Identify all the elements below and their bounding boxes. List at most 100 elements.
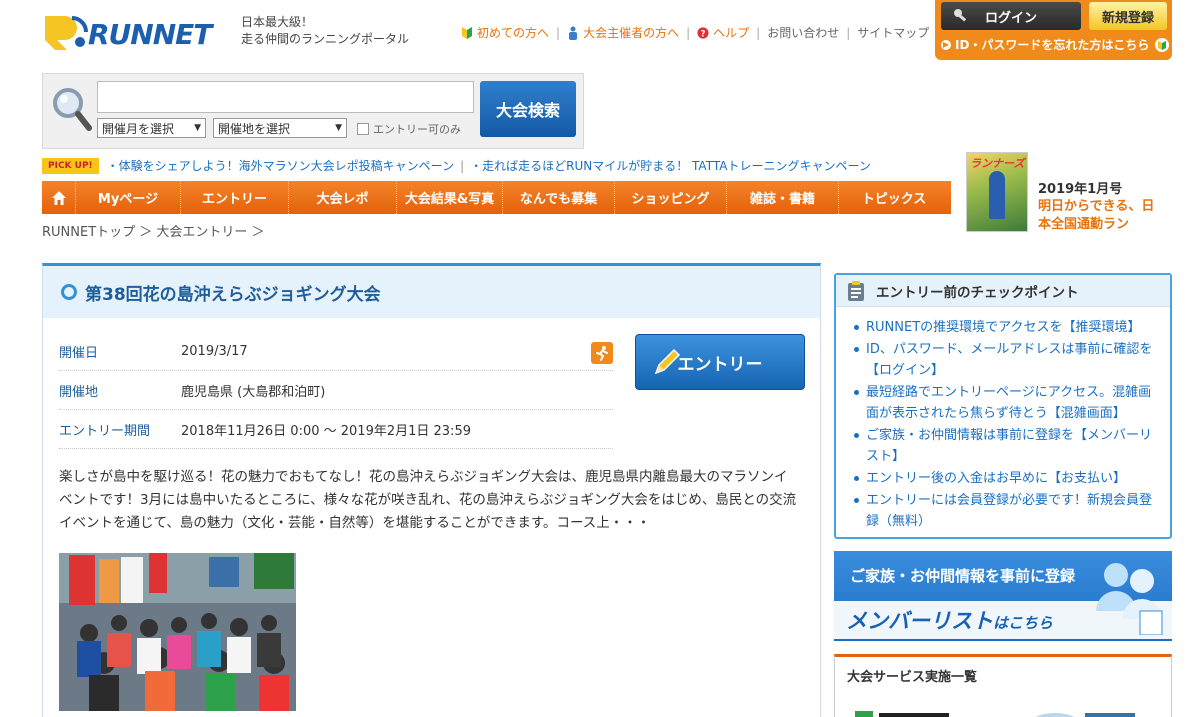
search-button[interactable]: 大会検索 <box>480 81 576 137</box>
forgot-label: ID・パスワードを忘れた方はこちら <box>955 38 1150 52</box>
banner-line2: メンバーリストはこちら <box>846 605 1053 635</box>
event-date-value: 2019/3/17 <box>181 344 248 359</box>
pickup-bar: PICK UP! ・体験をシェアしよう！海外マラソン大会レポ投稿キャンペーン |… <box>42 157 871 174</box>
checkpoint-item[interactable]: ID、パスワード、メールアドレスは事前に確認を【ログイン】 <box>854 339 1160 381</box>
people-icon <box>1096 563 1163 635</box>
pickup-link-1[interactable]: ・体験をシェアしよう！海外マラソン大会レポ投稿キャンペーン <box>107 157 454 174</box>
clipboard-icon <box>848 280 864 301</box>
beginner-mark-icon <box>1155 37 1170 52</box>
magazine-date: 2019年1月号 <box>1038 182 1123 197</box>
entry-period-value: 2018年11月26日 0:00 〜 2019年2月1日 23:59 <box>181 424 471 439</box>
event-date-label: 開催日 <box>59 346 99 361</box>
event-panel: 第38回花の島沖えらぶジョギング大会 開催日 2019/3/17 開催地 鹿児島… <box>42 263 821 717</box>
pickup-link-2[interactable]: ・走れば走るほどRUNマイルが貯まる！ TATTAトレーニングキャンペーン <box>470 157 871 174</box>
checkpoint-title: エントリー前のチェックポイント <box>876 284 1079 301</box>
month-select-value: 開催月を選択 <box>102 121 175 136</box>
banner-line2-suffix: はこちら <box>993 614 1054 632</box>
area-select-value: 開催地を選択 <box>218 121 291 136</box>
entry-period-row: エントリー期間 2018年11月26日 0:00 〜 2019年2月1日 23:… <box>59 411 613 449</box>
pencil-icon <box>654 348 681 375</box>
nav-entry[interactable]: エントリー <box>181 181 289 214</box>
key-icon <box>954 9 967 22</box>
divider: | <box>846 25 851 40</box>
event-header: 第38回花の島沖えらぶジョギング大会 <box>43 266 820 318</box>
svg-text:?: ? <box>701 29 706 39</box>
divider: | <box>756 25 761 40</box>
home-icon <box>51 190 66 205</box>
entry-only-checkbox[interactable]: エントリー可のみ <box>357 121 461 137</box>
checkpoint-item[interactable]: RUNNETの推奨環境でアクセスを【推奨環境】 <box>854 317 1160 338</box>
dropdown-arrow-icon: ▼ <box>194 123 201 133</box>
entry-period-label: エントリー期間 <box>59 424 151 439</box>
dropdown-arrow-icon: ▼ <box>335 123 342 133</box>
runner-figure <box>989 171 1005 219</box>
magazine-cover-title: ランナーズ <box>970 157 1025 170</box>
login-button[interactable]: ログイン <box>941 2 1081 30</box>
contact-link[interactable]: お問い合わせ <box>767 24 839 41</box>
checkpoint-item[interactable]: エントリーには会員登録が必要です！新規会員登録（無料） <box>854 490 1160 532</box>
runner-icon <box>591 342 613 364</box>
checkpoint-panel: エントリー前のチェックポイント RUNNETの推奨環境でアクセスを【推奨環境】 … <box>834 273 1172 539</box>
divider: | <box>686 25 691 40</box>
event-place-value: 鹿児島県 (大島郡和泊町) <box>181 385 326 400</box>
nav-shopping[interactable]: ショッピング <box>615 181 727 214</box>
magazine-title[interactable]: 明日からできる、日本全国通勤ラン <box>1038 198 1166 234</box>
beginners-link[interactable]: 初めての方へ <box>461 24 549 41</box>
search-box: 開催月を選択 ▼ 開催地を選択 ▼ エントリー可のみ 大会検索 <box>42 73 584 149</box>
checkpoint-item[interactable]: 最短経路でエントリーページにアクセス。混雑画面が表示されたら焦らず待とう【混雑画… <box>854 382 1160 424</box>
tagline: 日本最大級！ 走る仲間のランニングポータル <box>241 14 409 48</box>
entry-button-label: エントリー <box>677 354 763 375</box>
runnet-logo[interactable]: RUNNET <box>42 12 232 52</box>
tagline-line2: 走る仲間のランニングポータル <box>241 32 410 46</box>
ring-icon <box>61 284 77 300</box>
search-icon <box>53 88 92 131</box>
checkpoint-item[interactable]: ご家族・お仲間情報は事前に登録を【メンバーリスト】 <box>854 425 1160 467</box>
nav-results-photos[interactable]: 大会結果&写真 <box>397 181 503 214</box>
organizers-label: 大会主催者の方へ <box>583 26 680 40</box>
sitemap-link[interactable]: サイトマップ <box>857 24 929 41</box>
divider: | <box>556 25 561 40</box>
checkpoint-item[interactable]: エントリー後の入金はお早めに【お支払い】 <box>854 468 1160 489</box>
forgot-link[interactable]: ▶ ID・パスワードを忘れた方はこちら <box>941 36 1170 53</box>
login-label: ログイン <box>984 10 1037 26</box>
help-link[interactable]: ? ヘルプ <box>697 24 749 41</box>
nav-recruitment[interactable]: なんでも募集 <box>503 181 615 214</box>
area-select[interactable]: 開催地を選択 ▼ <box>213 118 347 138</box>
divider: | <box>460 158 465 173</box>
organizers-link[interactable]: 大会主催者の方へ <box>567 24 679 41</box>
entry-only-label: エントリー可のみ <box>373 123 461 136</box>
member-list-banner[interactable]: ご家族・お仲間情報を事前に登録 メンバーリストはこちら <box>834 551 1172 641</box>
tagline-line1: 日本最大級！ <box>241 15 314 29</box>
person-icon <box>569 26 578 40</box>
nav-race-report[interactable]: 大会レポ <box>289 181 397 214</box>
event-date-row: 開催日 2019/3/17 <box>59 333 613 371</box>
pickup-badge: PICK UP! <box>42 157 99 174</box>
magazine-promo[interactable]: ランナーズ 2019年1月号 明日からできる、日本全国通勤ラン <box>952 150 1172 248</box>
breadcrumb[interactable]: RUNNETトップ ＞ 大会エントリー ＞ <box>42 221 265 240</box>
nav-topics[interactable]: トピックス <box>839 181 949 214</box>
home-button[interactable] <box>42 181 76 214</box>
arrow-right-icon: ▶ <box>941 39 951 50</box>
top-links: 初めての方へ | 大会主催者の方へ | ? ヘルプ | お問い合わせ | サイト… <box>461 24 929 41</box>
search-input[interactable] <box>97 81 474 113</box>
nav-mypage[interactable]: Myページ <box>76 181 181 214</box>
checkpoint-list: RUNNETの推奨環境でアクセスを【推奨環境】 ID、パスワード、メールアドレス… <box>836 307 1170 532</box>
event-place-label: 開催地 <box>59 385 99 400</box>
checkpoint-header: エントリー前のチェックポイント <box>836 275 1170 307</box>
service-logos <box>855 711 1135 717</box>
main-nav: Myページ エントリー 大会レポ 大会結果&写真 なんでも募集 ショッピング 雑… <box>42 181 951 214</box>
event-photo <box>59 553 296 711</box>
service-title: 大会サービス実施一覧 <box>847 670 978 685</box>
checkbox-box[interactable] <box>357 123 369 135</box>
banner-line1: ご家族・お仲間情報を事前に登録 <box>850 567 1076 585</box>
entry-button[interactable]: エントリー <box>635 334 805 390</box>
register-button[interactable]: 新規登録 <box>1089 2 1167 30</box>
event-place-row: 開催地 鹿児島県 (大島郡和泊町) <box>59 372 613 410</box>
nav-magazines[interactable]: 雑誌・書籍 <box>727 181 839 214</box>
help-icon: ? <box>697 26 709 39</box>
banner-line2-main: メンバーリスト <box>846 609 993 633</box>
service-panel: 大会サービス実施一覧 <box>834 654 1172 717</box>
beginners-label: 初めての方へ <box>477 26 550 40</box>
magazine-cover[interactable]: ランナーズ <box>966 152 1028 232</box>
month-select[interactable]: 開催月を選択 ▼ <box>97 118 206 138</box>
